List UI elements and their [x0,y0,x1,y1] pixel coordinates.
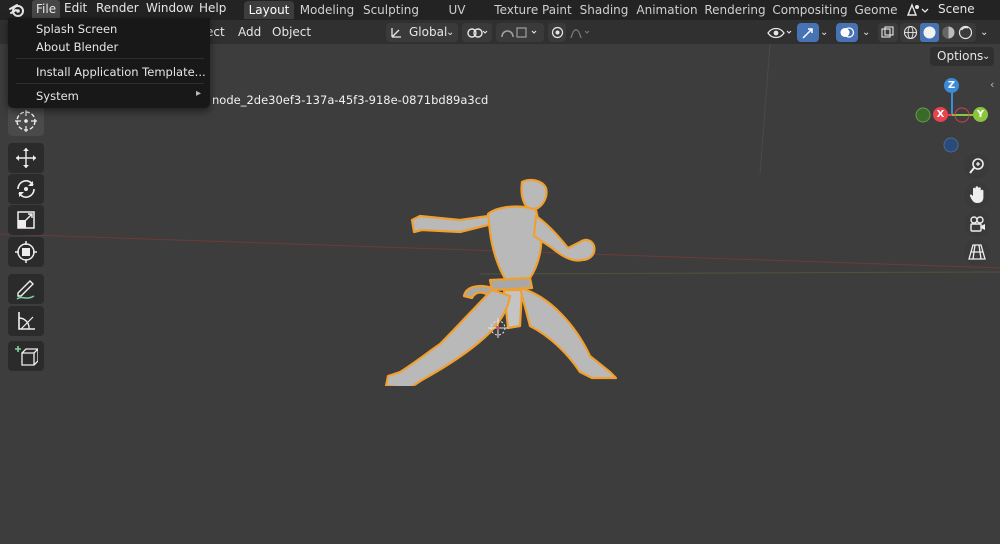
link-icon [467,28,488,38]
menu-file[interactable]: File [32,0,61,20]
scene-name[interactable]: Scene [938,1,975,17]
xray-toggle[interactable] [878,23,898,42]
axis-y-handle[interactable]: Y [973,107,988,122]
scene-icon [906,3,929,16]
menu-item-system[interactable]: System [36,89,79,103]
snap-icon [501,27,537,38]
menu-help[interactable]: Help [199,0,226,18]
annotate-tool-button[interactable] [8,274,44,304]
options-label: Options [937,49,984,63]
menu-render[interactable]: Render [96,0,139,18]
rendered-icon [958,25,973,40]
camera-icon [970,216,985,232]
snap-dropdown[interactable] [496,23,544,42]
falloff-dropdown[interactable] [568,23,594,42]
gizmo-toggle[interactable] [797,23,819,42]
grid-icon [968,244,986,260]
cursor-icon [15,110,37,132]
wireframe-shading-button[interactable] [903,25,918,40]
transform-orientation-dropdown[interactable]: Global ⌄ [386,23,458,42]
tab-sculpting[interactable]: Sculpting [362,1,420,19]
chevron-down-icon[interactable]: ⌄ [980,24,988,41]
tab-animation[interactable]: Animation [636,1,698,19]
menu-object[interactable]: Object [272,24,311,41]
chevron-down-icon: ⌄ [982,51,991,62]
selected-3d-model[interactable] [380,176,625,386]
menu-separator [16,83,204,84]
tab-compositing[interactable]: Compositing [772,1,848,19]
transform-tool-button[interactable] [8,237,44,267]
tab-shading[interactable]: Shading [578,1,630,19]
move-tool-button[interactable] [8,143,44,173]
scale-tool-button[interactable] [8,205,44,235]
options-dropdown[interactable]: Options ⌄ [930,47,994,66]
measure-icon [18,312,35,330]
menu-separator [16,58,204,59]
object-name-label: node_2de30ef3-137a-45f3-918e-0871bd89a3c… [212,93,489,107]
hand-icon [969,186,984,203]
overlay-toggle[interactable] [836,23,858,42]
blender-icon[interactable] [8,1,26,19]
zoom-button[interactable] [964,153,990,179]
proportional-icon [551,26,564,39]
menu-item-about-blender[interactable]: About Blender [36,40,118,54]
move-icon [16,148,36,168]
chevron-down-icon: ⌄ [446,27,455,38]
eye-icon [767,27,792,39]
material-icon [942,26,955,39]
chevron-down-icon[interactable]: ⌄ [862,24,870,41]
scale-icon [17,211,35,229]
submenu-arrow-icon: ▸ [196,88,202,99]
tab-texture-paint[interactable]: Texture Paint [494,1,572,19]
axis-z-handle[interactable]: Z [944,78,959,93]
measure-tool-button[interactable] [8,306,44,336]
visibility-dropdown[interactable] [764,23,794,42]
pivot-dropdown[interactable] [462,23,492,42]
perspective-toggle-button[interactable] [964,239,990,265]
tab-modeling[interactable]: Modeling [298,1,356,19]
tab-rendering[interactable]: Rendering [704,1,766,19]
falloff-icon [570,29,590,39]
scene-selector[interactable] [904,1,930,19]
solid-icon [923,26,936,39]
camera-view-button[interactable] [964,211,990,237]
tab-uv-editing[interactable]: UV Editing [426,1,488,35]
tab-geometry[interactable]: Geome [854,1,898,19]
orientation-icon [391,28,401,38]
material-shading-button[interactable] [941,25,956,40]
3d-viewport[interactable]: Options ⌄ ‹ node_2de30ef3-137a-45f3-918e… [0,44,1000,544]
file-menu-dropdown: Splash Screen About Blender Install Appl… [8,18,210,108]
menu-window[interactable]: Window [146,0,193,18]
rendered-shading-button[interactable] [958,25,973,40]
pan-button[interactable] [964,182,990,208]
top-bar: File Edit Render Window Help Layout Mode… [0,0,1000,35]
rotate-tool-button[interactable] [8,174,44,204]
wireframe-icon [903,25,918,40]
transform-icon [15,241,37,263]
tab-layout[interactable]: Layout [244,1,294,19]
add-cube-tool-button[interactable] [8,341,44,371]
chevron-down-icon[interactable]: ⌄ [820,24,828,41]
shading-modes [900,23,976,42]
menu-add[interactable]: Add [238,24,261,41]
overlay-icon [840,27,855,38]
annotate-icon [16,280,35,300]
axis-x-handle[interactable]: X [933,107,948,122]
orientation-label: Global [409,25,448,39]
menu-edit[interactable]: Edit [64,0,87,18]
cursor-tool-button[interactable] [8,106,44,136]
menu-item-splash-screen[interactable]: Splash Screen [36,22,117,36]
zoom-icon [969,158,984,174]
gizmo-icon [802,28,813,39]
solid-shading-button[interactable] [920,23,939,42]
add-cube-icon [15,346,38,366]
xray-icon [881,26,894,38]
rotate-icon [17,180,35,198]
menu-item-install-app-template[interactable]: Install Application Template... [36,65,206,79]
proportional-edit-toggle[interactable] [548,23,566,42]
